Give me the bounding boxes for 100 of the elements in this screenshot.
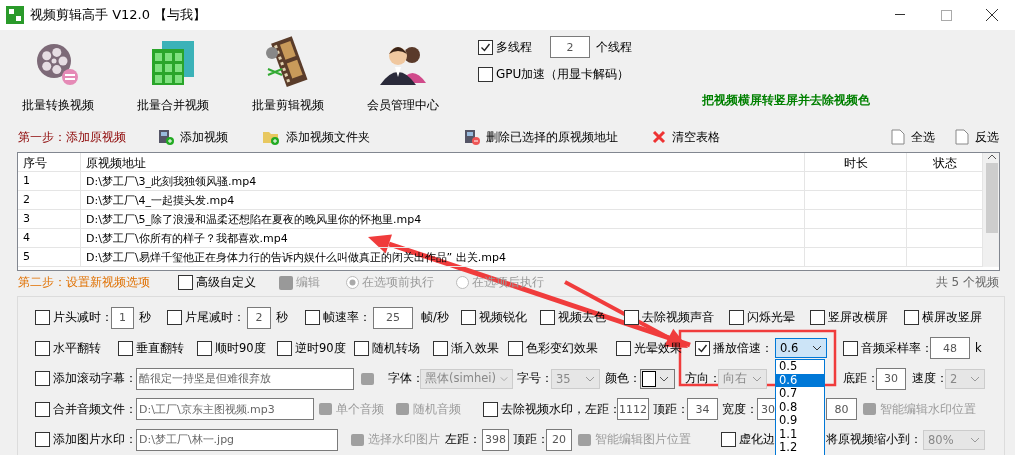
input-field[interactable]: 20 [546,428,572,451]
checkbox[interactable] [118,340,133,356]
tool-icon [577,431,593,448]
toolbar-button[interactable]: 会员管理中心 [345,30,460,120]
input-field[interactable]: 2 [247,306,271,329]
field-label: 字号： [517,371,553,387]
checkbox[interactable] [810,310,825,326]
app-logo-icon [6,6,24,24]
checkbox-label: 添加图片水印： [53,432,137,448]
caret-icon [499,375,508,382]
checkbox-label: 顺时90度 [215,340,266,356]
checkbox[interactable] [277,340,292,356]
input-field[interactable]: 2 [550,36,590,58]
column-header: 原视频地址 [81,153,805,173]
film-delete-icon [464,129,480,146]
checkbox[interactable] [35,310,50,326]
toolbar-button[interactable]: 添加视频文件夹 [258,128,374,146]
checkbox-label: 去除视频声音 [642,310,714,326]
input-field[interactable]: 30 [876,367,906,390]
checkbox[interactable] [461,310,476,326]
close-icon [652,130,666,145]
checkbox-label: 垂直翻转 [136,340,184,356]
input-field[interactable]: 25 [373,306,413,329]
checkbox[interactable] [35,371,50,387]
window-title: 视频剪辑高手 V12.0 【与我】 [30,6,208,24]
checkbox[interactable] [478,39,493,55]
tool-icon [862,401,878,418]
toolbar-button[interactable]: 删除已选择的原视频地址 [460,128,622,146]
tool-icon [360,370,376,387]
caret-icon [970,436,980,443]
input-field[interactable]: 48 [930,337,970,360]
checkbox[interactable] [624,310,639,326]
checkbox-label: 添加滚动字幕： [53,371,137,387]
checkbox[interactable] [354,340,369,356]
grid-tiles-icon [149,39,196,87]
caret-icon [752,375,762,382]
checkbox[interactable] [695,340,710,356]
folder-add-icon [262,129,280,146]
table-cell: 3 [18,210,81,230]
checkbox[interactable] [197,340,212,356]
checkbox[interactable] [35,432,50,448]
select-all-button[interactable]: 全选 [887,128,939,146]
checkbox[interactable] [167,310,182,326]
toolbar-button[interactable]: 批量剪辑视频 [230,30,345,120]
column-header: 时长 [805,153,907,173]
minimize-icon [895,14,905,16]
checkbox-label: 高级自定义 [196,274,256,292]
input-field[interactable]: 80 [826,398,857,421]
input-field[interactable]: 1 [111,306,134,329]
checkbox[interactable] [478,67,493,82]
table-cell: 2 [18,191,81,211]
checkbox-label: 水平翻转 [53,340,101,356]
toolbar-button[interactable]: 清空表格 [648,128,724,146]
checkbox[interactable] [178,275,193,291]
table-cell: 1 [18,172,81,192]
field-label: 方向： [685,371,721,387]
checkbox-label: 合并音频文件： [53,401,137,417]
toolbar-button[interactable]: 批量转换视频 [0,30,115,120]
field-label: 顶距： [513,432,549,448]
field-label: 顶距： [653,401,689,417]
checkbox[interactable] [540,310,555,326]
input-field[interactable]: 1112 [617,398,649,421]
checkbox-label: 音频采样率： [861,340,933,356]
checkbox-label: 渐入效果 [451,340,499,356]
input-field[interactable]: 34 [687,398,718,421]
checkbox[interactable] [508,340,523,356]
input-field[interactable]: 酷很定一持坚是但难很弃放 [136,367,354,390]
checkbox[interactable] [616,340,631,356]
checkbox[interactable] [843,340,858,356]
maximize-icon [940,9,952,21]
input-field[interactable]: D:\梦工厂\林一.jpg [136,428,338,451]
toolbar-button[interactable]: 添加视频 [154,128,232,146]
checkbox[interactable] [483,401,498,417]
caret-icon [585,375,595,382]
color-picker[interactable] [640,368,675,389]
tool-icon [395,401,411,418]
checkbox-label: 视频锐化 [479,310,527,326]
toolbar-button[interactable]: 批量合并视频 [115,30,230,120]
invert-selection-button[interactable]: 反选 [951,128,1003,146]
checkbox[interactable] [721,432,736,448]
checkbox-label: 竖屏改横屏 [828,310,888,326]
input-field[interactable]: D:\工厂\京东主图视频.mp3 [136,398,314,421]
field-label: 底距： [843,371,879,387]
checkbox[interactable] [35,340,50,356]
field-label: 颜色： [605,371,641,387]
page-icon [891,129,905,146]
caret-icon [659,375,669,382]
checkbox-label: 播放倍速： [713,340,773,356]
checkbox[interactable] [729,310,744,326]
dropdown[interactable]: 0.6 [775,338,827,359]
table-cell: D:\梦工厂\5_除了浪漫和温柔还想陷在夏夜的晚风里你的怀抱里.mp4 [81,210,805,230]
checkbox[interactable] [904,310,919,326]
scrollbar-thumb[interactable] [986,163,998,234]
checkbox-label: 片尾减时： [185,310,245,326]
checkbox[interactable] [433,340,448,356]
input-field[interactable]: 398 [482,428,509,451]
checkbox[interactable] [35,401,50,417]
table-cell: 5 [18,248,81,268]
column-header: 序号 [18,153,81,173]
checkbox[interactable] [305,310,320,326]
